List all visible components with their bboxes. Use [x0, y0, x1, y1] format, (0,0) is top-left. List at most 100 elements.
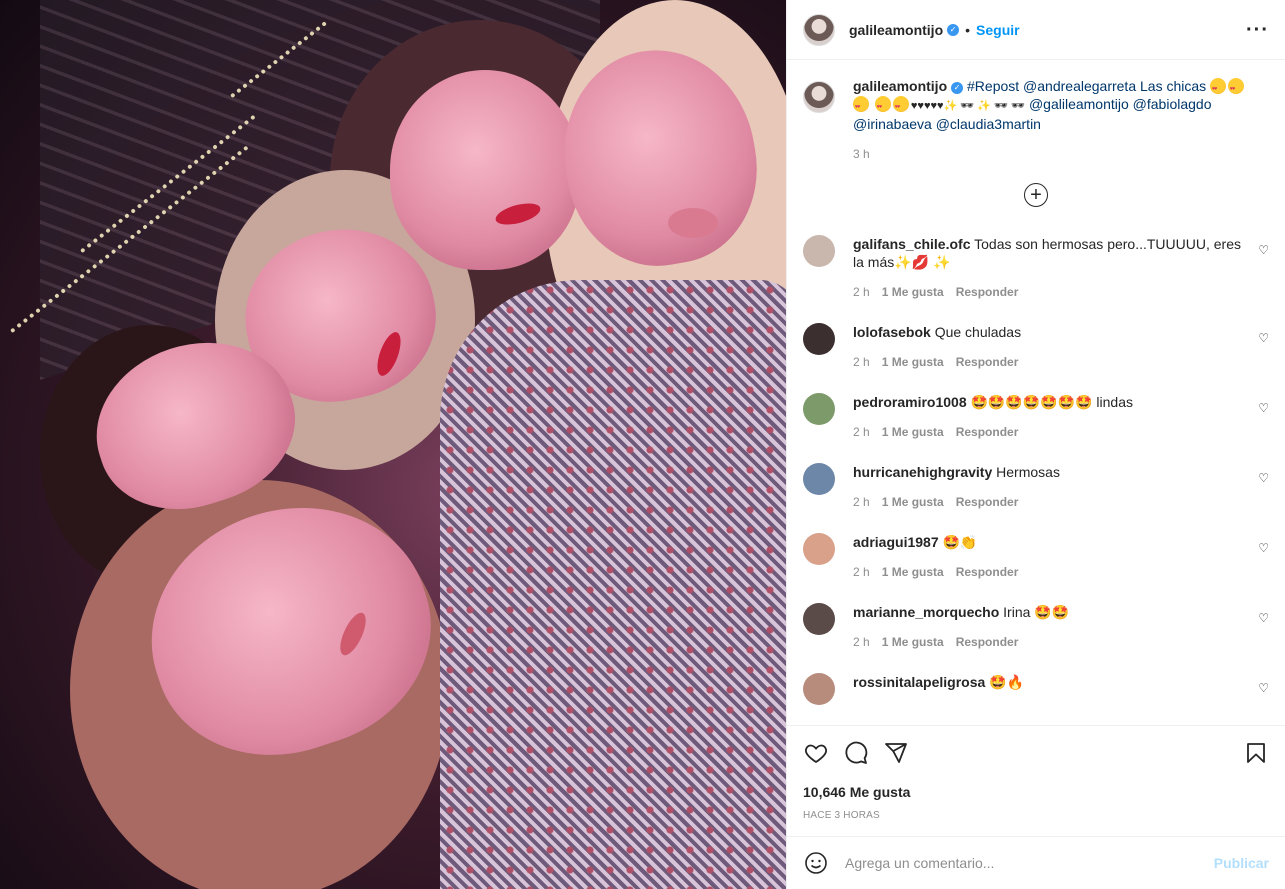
commenter-username[interactable]: adriagui1987: [853, 534, 939, 550]
comment-icon[interactable]: [843, 740, 869, 766]
commenter-avatar[interactable]: [803, 393, 835, 425]
comment-likes[interactable]: 1 Me gusta: [882, 563, 944, 581]
star-struck-emoji-icon: [1210, 78, 1227, 98]
commenter-avatar[interactable]: [803, 673, 835, 705]
comment-text: Hermosas: [996, 464, 1060, 480]
post-side-panel: galileamontijo ✓ • Seguir ··· galileamon…: [786, 0, 1285, 889]
comment-item: rossinitalapeligrosa 🤩🔥 ♡: [803, 673, 1269, 705]
caption-time: 3 h: [853, 147, 870, 161]
comment-likes[interactable]: 1 Me gusta: [882, 493, 944, 511]
comment-like-heart-icon[interactable]: ♡: [1258, 471, 1269, 485]
comment-like-heart-icon[interactable]: ♡: [1258, 331, 1269, 345]
comment-like-heart-icon[interactable]: ♡: [1258, 681, 1269, 695]
reply-button[interactable]: Responder: [956, 283, 1019, 301]
reply-button[interactable]: Responder: [956, 423, 1019, 441]
commenter-username[interactable]: galifans_chile.ofc: [853, 236, 970, 252]
comment-like-heart-icon[interactable]: ♡: [1258, 401, 1269, 415]
comment-body: lolofasebok Que chuladas 2 h 1 Me gusta …: [853, 323, 1243, 371]
heart-icon[interactable]: [803, 740, 829, 766]
author-avatar[interactable]: [803, 13, 835, 46]
commenter-avatar[interactable]: [803, 235, 835, 267]
comment-time: 2 h: [853, 495, 870, 509]
separator-dot: •: [965, 21, 971, 38]
comment-body: galifans_chile.ofc Todas son hermosas pe…: [853, 235, 1243, 301]
comment-time: 2 h: [853, 635, 870, 649]
comment-time: 2 h: [853, 355, 870, 369]
comment-item: pedroramiro1008 🤩🤩🤩🤩🤩🤩🤩 lindas 2 h 1 Me …: [803, 393, 1269, 441]
comment-meta: 2 h 1 Me gusta Responder: [853, 493, 1243, 511]
verified-badge-icon: ✓: [947, 23, 960, 36]
caption-username[interactable]: galileamontijo: [853, 78, 947, 94]
caption-emojis: ♥♥♥♥♥✨ 🕶 ✨ 🕶 🕶: [910, 100, 1026, 112]
comment-text: Irina 🤩🤩: [1003, 604, 1070, 620]
comment-likes[interactable]: 1 Me gusta: [882, 283, 944, 301]
comment-text: 🤩🔥: [989, 674, 1025, 690]
comment-item: galifans_chile.ofc Todas son hermosas pe…: [803, 235, 1269, 301]
more-options-icon[interactable]: ···: [1246, 20, 1269, 40]
likes-count[interactable]: 10,646 Me gusta: [803, 784, 1269, 800]
lips: [668, 208, 718, 238]
bookmark-icon[interactable]: [1243, 740, 1269, 766]
commenter-username[interactable]: rossinitalapeligrosa: [853, 674, 985, 690]
comment-body: rossinitalapeligrosa 🤩🔥: [853, 673, 1243, 705]
add-circle-icon[interactable]: +: [1024, 183, 1048, 207]
reply-button[interactable]: Responder: [956, 563, 1019, 581]
follow-button[interactable]: Seguir: [976, 22, 1020, 38]
caption-avatar[interactable]: [803, 81, 835, 113]
reply-button[interactable]: Responder: [956, 353, 1019, 371]
comment-like-heart-icon[interactable]: ♡: [1258, 243, 1269, 257]
reply-button[interactable]: Responder: [956, 493, 1019, 511]
commenter-username[interactable]: marianne_morquecho: [853, 604, 999, 620]
share-icon[interactable]: [883, 740, 909, 766]
comment-like-heart-icon[interactable]: ♡: [1258, 541, 1269, 555]
comment-body: marianne_morquecho Irina 🤩🤩 2 h 1 Me gus…: [853, 603, 1243, 651]
comment-time: 2 h: [853, 425, 870, 439]
comment-text: 🤩👏: [942, 534, 978, 550]
commenter-avatar[interactable]: [803, 533, 835, 565]
post-header: galileamontijo ✓ • Seguir ···: [787, 0, 1285, 60]
comment-text: Que chuladas: [934, 324, 1022, 340]
comment-like-heart-icon[interactable]: ♡: [1258, 611, 1269, 625]
post-time-ago: HACE 3 HORAS: [803, 810, 880, 821]
commenter-username[interactable]: lolofasebok: [853, 324, 931, 340]
comment-input[interactable]: [845, 855, 1198, 871]
emoji-icon[interactable]: [803, 850, 829, 876]
comment-meta: 2 h 1 Me gusta Responder: [853, 283, 1243, 301]
comment-time: 2 h: [853, 565, 870, 579]
commenter-username[interactable]: pedroramiro1008: [853, 394, 967, 410]
commenter-avatar[interactable]: [803, 463, 835, 495]
comment-meta: 2 h 1 Me gusta Responder: [853, 563, 1243, 581]
comments-scroll-area[interactable]: galileamontijo ✓ #Repost @andrealegarreta…: [787, 61, 1285, 725]
star-struck-emoji-icon: [874, 96, 891, 116]
post-actions: 10,646 Me gusta HACE 3 HORAS: [787, 725, 1285, 821]
author-username[interactable]: galileamontijo: [849, 22, 943, 38]
commenter-avatar[interactable]: [803, 323, 835, 355]
add-comment-bar: Publicar: [787, 836, 1285, 889]
comment-item: lolofasebok Que chuladas 2 h 1 Me gusta …: [803, 323, 1269, 371]
reply-button[interactable]: Responder: [956, 633, 1019, 651]
star-struck-emoji-icon: [1228, 78, 1245, 98]
comment-item: adriagui1987 🤩👏 2 h 1 Me gusta Responder…: [803, 533, 1269, 581]
comment-body: adriagui1987 🤩👏 2 h 1 Me gusta Responder: [853, 533, 1243, 581]
comment-likes[interactable]: 1 Me gusta: [882, 633, 944, 651]
comment-text: 🤩🤩🤩🤩🤩🤩🤩 lindas: [970, 394, 1134, 410]
commenter-username[interactable]: hurricanehighgravity: [853, 464, 992, 480]
face: [390, 70, 580, 270]
verified-badge-icon: ✓: [951, 82, 964, 94]
publish-button[interactable]: Publicar: [1214, 855, 1269, 871]
commenter-avatar[interactable]: [803, 603, 835, 635]
comment-time: 2 h: [853, 285, 870, 299]
patterned-dress: [440, 280, 786, 889]
action-icons: [803, 738, 1269, 768]
comment-likes[interactable]: 1 Me gusta: [882, 353, 944, 371]
comment-meta: 2 h 1 Me gusta Responder: [853, 353, 1243, 371]
post-caption: galileamontijo ✓ #Repost @andrealegarreta…: [803, 77, 1269, 161]
comment-item: marianne_morquecho Irina 🤩🤩 2 h 1 Me gus…: [803, 603, 1269, 651]
load-more-comments: +: [803, 183, 1269, 207]
comment-body: pedroramiro1008 🤩🤩🤩🤩🤩🤩🤩 lindas 2 h 1 Me …: [853, 393, 1243, 441]
comment-meta: 2 h 1 Me gusta Responder: [853, 633, 1243, 651]
star-struck-emoji-icon: [853, 96, 869, 116]
comment-likes[interactable]: 1 Me gusta: [882, 423, 944, 441]
comment-body: hurricanehighgravity Hermosas 2 h 1 Me g…: [853, 463, 1243, 511]
post-photo[interactable]: [0, 0, 786, 889]
